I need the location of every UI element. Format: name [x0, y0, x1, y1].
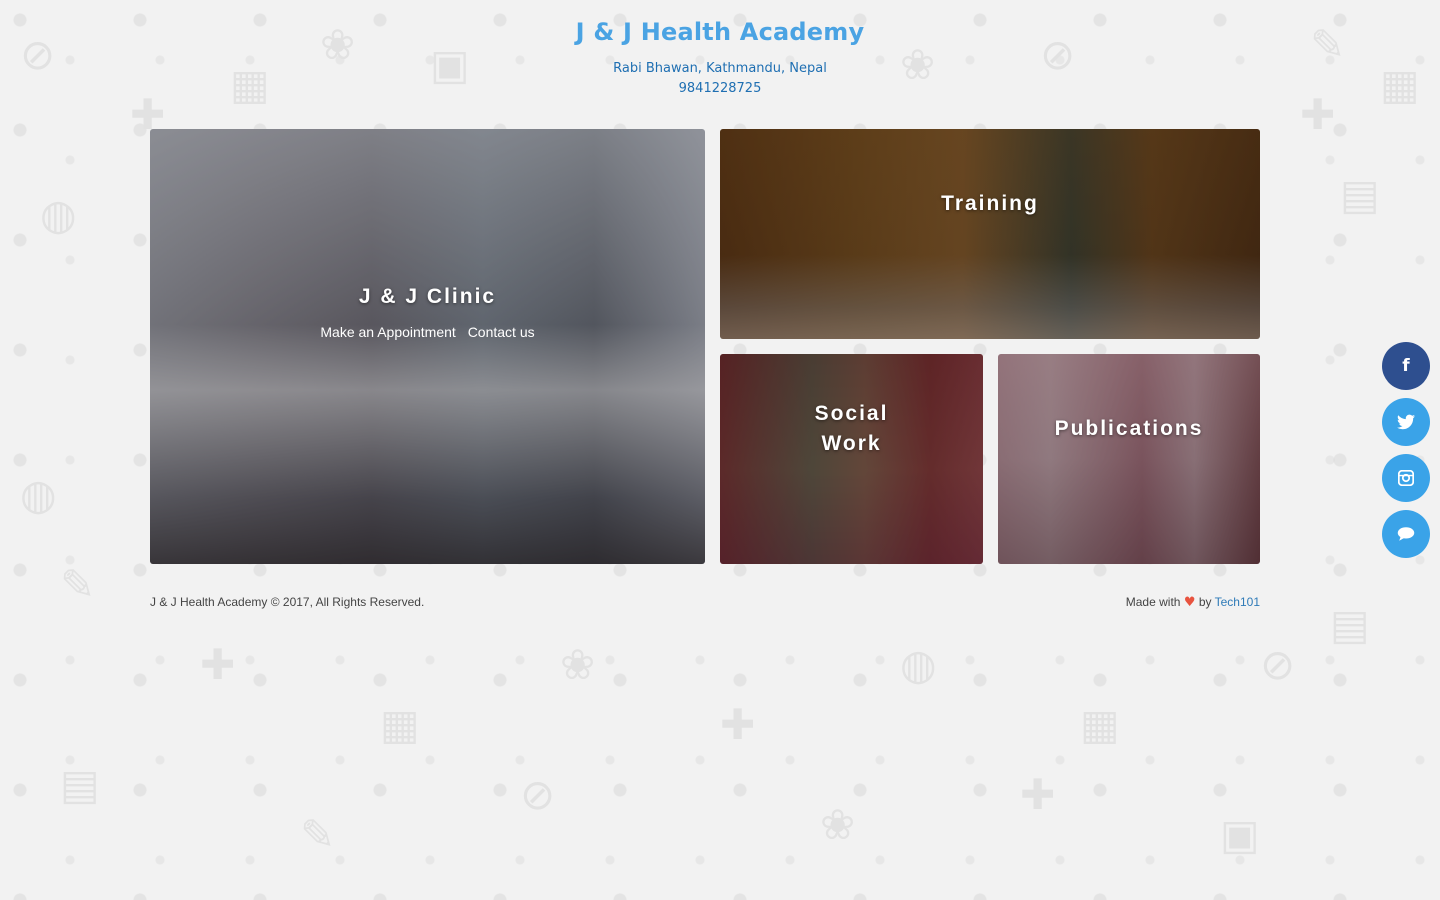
tile-overlay [720, 354, 983, 564]
address-text: Rabi Bhawan, Kathmandu, Nepal [613, 61, 827, 76]
social-work-tile[interactable]: Social Work [720, 354, 983, 564]
clinic-tile[interactable]: J & J Clinic Make an Appointment Contact… [150, 129, 705, 564]
twitter-button[interactable] [1382, 398, 1430, 446]
facebook-button[interactable]: f [1382, 342, 1430, 390]
instagram-icon [1398, 470, 1414, 486]
facebook-icon: f [1402, 356, 1410, 376]
tile-overlay [998, 354, 1260, 564]
made-with-credit: Made with ♥ by Tech101 [1126, 595, 1260, 610]
clinic-links: Make an Appointment Contact us [150, 324, 705, 340]
clinic-title[interactable]: J & J Clinic [150, 282, 705, 312]
copyright-text: J & J Health Academy © 2017, All Rights … [150, 595, 425, 609]
site-title[interactable]: J & J Health Academy [0, 18, 1440, 46]
author-link[interactable]: Tech101 [1215, 595, 1260, 609]
social-work-title-line2: Work [821, 432, 882, 455]
heart-icon: ♥ [1183, 595, 1196, 610]
made-with-text: Made with [1125, 595, 1181, 609]
training-title[interactable]: Training [720, 189, 1260, 219]
by-text: by [1198, 595, 1212, 609]
publications-tile[interactable]: Publications [998, 354, 1260, 564]
training-tile[interactable]: Training [720, 129, 1260, 339]
chat-icon [1397, 527, 1415, 541]
social-work-title[interactable]: Social Work [720, 399, 983, 459]
make-appointment-link[interactable]: Make an Appointment [320, 324, 455, 340]
contact-us-link[interactable]: Contact us [468, 324, 535, 340]
twitter-icon [1397, 414, 1415, 430]
publications-title[interactable]: Publications [998, 414, 1260, 444]
instagram-button[interactable] [1382, 454, 1430, 502]
phone-text: 9841228725 [678, 81, 762, 96]
chat-button[interactable] [1382, 510, 1430, 558]
social-work-title-line1: Social [814, 402, 889, 425]
tile-overlay [720, 129, 1260, 339]
tile-overlay [150, 129, 705, 564]
